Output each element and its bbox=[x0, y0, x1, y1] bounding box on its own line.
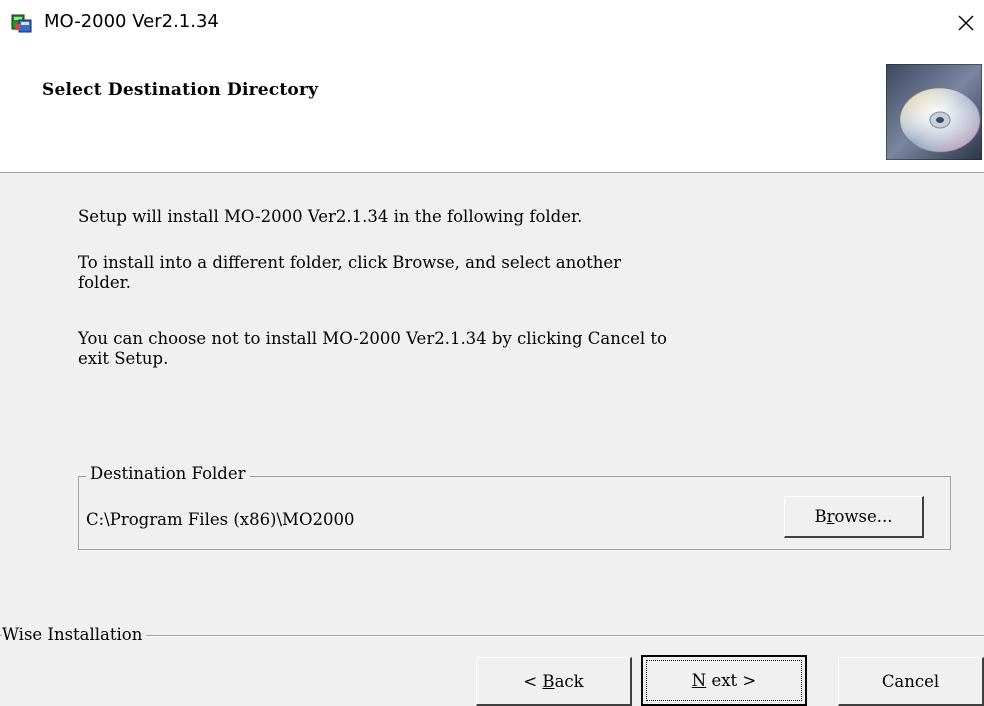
wizard-body: Setup will install MO-2000 Ver2.1.34 in … bbox=[0, 173, 984, 706]
browse-button[interactable]: Browse... bbox=[784, 496, 924, 538]
destination-path: C:\Program Files (x86)\MO2000 bbox=[86, 510, 355, 529]
next-label: N ext > bbox=[691, 671, 757, 690]
cancel-button[interactable]: Cancel bbox=[838, 657, 984, 706]
wizard-header: Select Destination Directory bbox=[0, 44, 984, 173]
cancel-instructions: You can choose not to install MO-2000 Ve… bbox=[78, 329, 667, 368]
back-label: < Back bbox=[523, 671, 584, 691]
footer-divider bbox=[0, 635, 984, 637]
title-bar: MO-2000 Ver2.1.34 bbox=[0, 0, 984, 44]
destination-folder-label: Destination Folder bbox=[86, 464, 250, 484]
next-button[interactable]: N ext > bbox=[641, 655, 807, 706]
close-icon bbox=[958, 15, 974, 31]
page-title: Select Destination Directory bbox=[42, 80, 319, 100]
close-button[interactable] bbox=[950, 8, 982, 38]
intro-text: Setup will install MO-2000 Ver2.1.34 in … bbox=[78, 207, 583, 226]
window-title: MO-2000 Ver2.1.34 bbox=[44, 11, 219, 32]
browse-label: Browse... bbox=[814, 507, 893, 526]
wise-installation-label: Wise Installation bbox=[2, 625, 147, 645]
back-button[interactable]: < Back bbox=[476, 657, 632, 706]
cancel-label: Cancel bbox=[881, 671, 940, 691]
browse-instructions: To install into a different folder, clic… bbox=[78, 253, 622, 292]
installer-app-icon[interactable] bbox=[11, 12, 33, 34]
cd-disc-icon bbox=[885, 63, 983, 161]
